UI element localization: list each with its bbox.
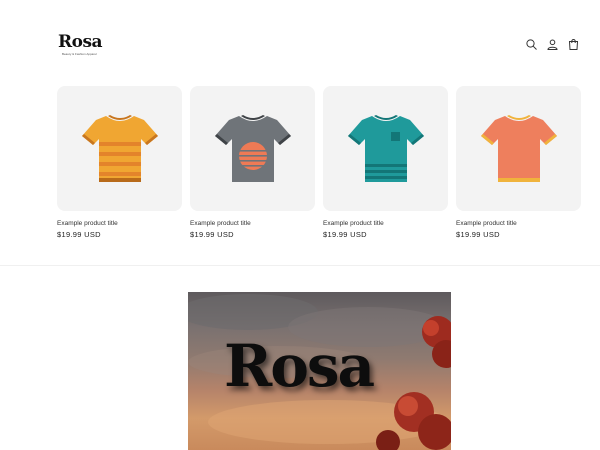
product-image[interactable] [57, 86, 182, 211]
product-title[interactable]: Example product title [323, 220, 448, 228]
product-image[interactable] [323, 86, 448, 211]
banner-text: Rosa [224, 332, 375, 400]
site-header: Rosa Beauty & Fashion Apparel [0, 0, 600, 80]
tshirt-image [81, 114, 158, 182]
tshirt-image [214, 114, 291, 182]
product-card[interactable]: Example product title $19.99 USD [323, 86, 448, 239]
logo-text: Rosa [58, 32, 103, 52]
cart-icon[interactable] [567, 38, 580, 51]
product-price: $19.99 USD [456, 230, 500, 239]
logo-tagline: Beauty & Fashion Apparel [62, 52, 97, 56]
product-price: $19.99 USD [323, 230, 367, 239]
product-title[interactable]: Example product title [456, 220, 581, 228]
product-card[interactable]: Example product title $19.99 USD [190, 86, 315, 239]
product-title[interactable]: Example product title [190, 220, 315, 228]
product-image[interactable] [190, 86, 315, 211]
header-icons [525, 38, 580, 51]
tshirt-image [347, 114, 424, 182]
hero-banner-image: Rosa [188, 292, 451, 450]
product-title[interactable]: Example product title [57, 220, 182, 228]
product-card[interactable]: Example product title $19.99 USD [57, 86, 182, 239]
store-logo[interactable]: Rosa Beauty & Fashion Apparel [58, 34, 104, 60]
product-image[interactable] [456, 86, 581, 211]
product-price: $19.99 USD [57, 230, 101, 239]
section-divider [0, 265, 600, 266]
product-card[interactable]: Example product title $19.99 USD [456, 86, 581, 239]
product-grid: Example product title $19.99 USD Example… [57, 86, 587, 239]
account-icon[interactable] [546, 38, 559, 51]
search-icon[interactable] [525, 38, 538, 51]
product-price: $19.99 USD [190, 230, 234, 239]
tshirt-image [480, 114, 557, 182]
